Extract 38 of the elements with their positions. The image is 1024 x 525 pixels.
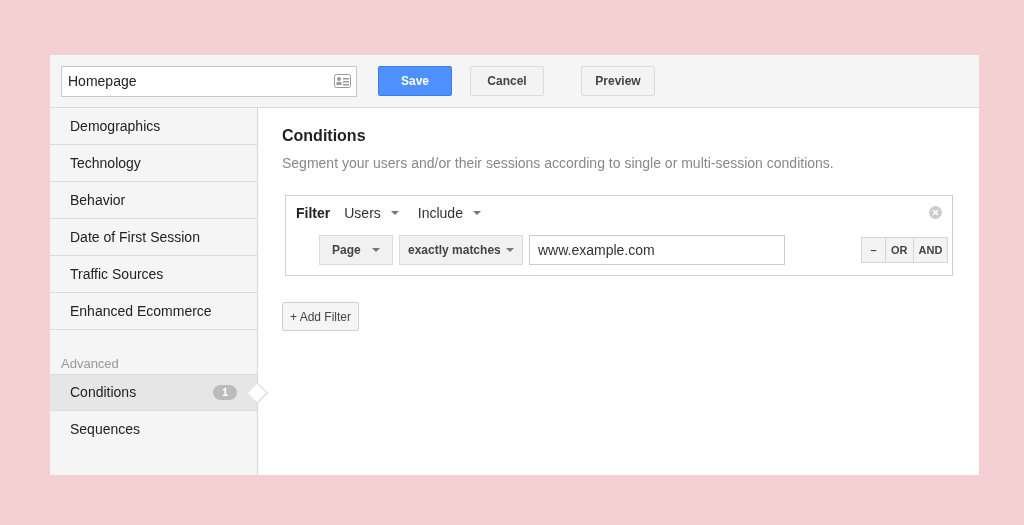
item-label: Demographics (70, 116, 162, 136)
sidebar-item[interactable]: Enhanced Ecommerce (50, 293, 257, 330)
value-field[interactable]: www.example.com (529, 235, 785, 265)
filter-label: Filter (296, 203, 331, 223)
scope-dropdown[interactable]: Users (344, 202, 399, 224)
item-label: Date of First Session (70, 227, 201, 247)
add-filter-button[interactable]: + Add Filter (282, 302, 360, 331)
caret-icon (472, 211, 481, 215)
name-field[interactable]: Homepage (61, 65, 357, 97)
sidebar-item[interactable]: Demographics (50, 108, 257, 145)
header-button[interactable]: Cancel (470, 66, 544, 96)
item-label: Sequences (70, 420, 142, 439)
dimension-dropdown[interactable]: Page (319, 235, 393, 265)
count-badge: 1 (212, 385, 237, 400)
sidebar-item[interactable]: Date of First Session (50, 219, 257, 256)
item-label: Enhanced Ecommerce (70, 301, 213, 321)
caret-icon (390, 211, 399, 215)
item-label: Conditions (70, 383, 138, 402)
include-dropdown[interactable]: Include (417, 202, 481, 224)
caret-icon (372, 248, 380, 252)
logic-button[interactable]: AND (913, 237, 949, 263)
section-heading: Advanced (60, 355, 120, 373)
caret-icon (506, 248, 514, 252)
section-description: Segment your users and/or their sessions according to single or multi-session conditions. (282, 154, 835, 173)
sidebar-item[interactable]: Traffic Sources (50, 256, 257, 293)
logic-button[interactable]: – (861, 237, 886, 263)
logic-button[interactable]: OR (886, 237, 914, 263)
item-label: Behavior (70, 190, 127, 210)
section-title: Conditions (282, 126, 367, 146)
remove-icon[interactable] (929, 206, 942, 219)
sidebar-item[interactable]: Sequences (50, 411, 257, 448)
header-button[interactable]: Preview (581, 66, 655, 96)
sidebar-item[interactable]: Technology (50, 145, 257, 182)
match-type-dropdown[interactable]: exactly matches (399, 235, 523, 265)
contact-card-icon[interactable] (334, 73, 351, 88)
sidebar-item[interactable]: Behavior (50, 182, 257, 219)
item-label: Technology (70, 153, 142, 173)
item-label: Traffic Sources (70, 264, 165, 284)
